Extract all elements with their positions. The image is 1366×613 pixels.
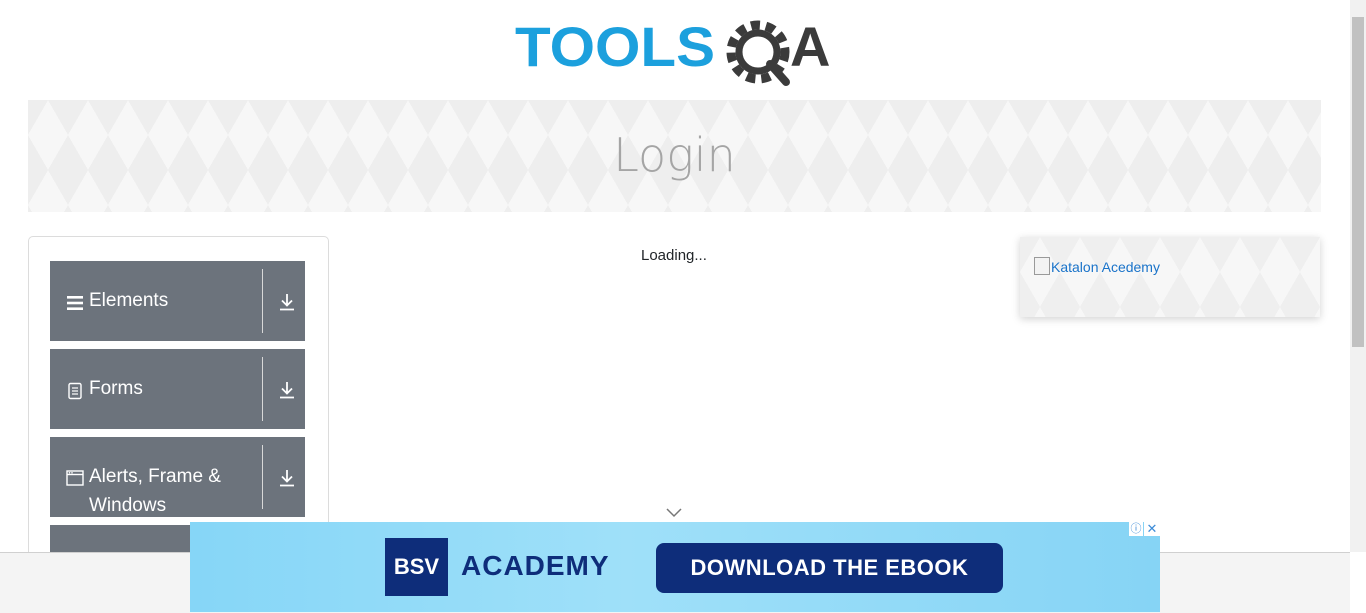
download-icon[interactable]: [278, 381, 296, 399]
divider: [262, 269, 263, 333]
divider: [262, 445, 263, 509]
ad-close-icon[interactable]: ✕: [1144, 522, 1160, 536]
page-title: Login: [613, 128, 736, 182]
sidebar-group-label: Forms: [89, 378, 143, 399]
document-icon: [68, 382, 82, 400]
logo-tools-text: TOOLS: [515, 15, 715, 78]
download-icon[interactable]: [278, 293, 296, 311]
side-advertisement[interactable]: Katalon Acedemy: [1020, 237, 1320, 317]
download-ebook-button[interactable]: DOWNLOAD THE EBOOK: [656, 543, 1003, 593]
logo-a-text: A: [790, 15, 830, 78]
page-banner: Login: [28, 100, 1321, 212]
sidebar-group-label: Elements: [89, 290, 169, 311]
site-header: TOOLS A: [0, 0, 1350, 100]
chevron-down-icon[interactable]: [666, 508, 682, 518]
bsv-logo: BSV: [385, 538, 448, 596]
ad-info-icon[interactable]: ⓘ: [1129, 522, 1143, 536]
sidebar-group-label: Alerts, Frame & Windows: [89, 466, 221, 516]
gear-icon: [726, 20, 790, 86]
katalon-ad-alt-text: Katalon Acedemy: [1051, 259, 1160, 275]
hamburger-icon: [67, 296, 83, 310]
window-icon: [66, 470, 84, 486]
loading-text: Loading...: [641, 247, 707, 264]
katalon-ad-link[interactable]: Katalon Acedemy: [1034, 257, 1160, 275]
bottom-advertisement[interactable]: BSV ACADEMY DOWNLOAD THE EBOOK ⓘ ✕: [190, 522, 1160, 612]
sidebar-group-elements[interactable]: Elements: [50, 261, 305, 341]
academy-text: ACADEMY: [461, 550, 610, 581]
broken-image-icon: [1034, 257, 1050, 275]
sidebar-group-forms[interactable]: Forms: [50, 349, 305, 429]
toolsqa-logo[interactable]: TOOLS A: [515, 15, 840, 93]
scrollbar-thumb[interactable]: [1352, 17, 1364, 347]
divider: [262, 357, 263, 421]
sidebar-group-alerts-frame-windows[interactable]: Alerts, Frame & Windows: [50, 437, 305, 517]
download-icon[interactable]: [278, 469, 296, 487]
